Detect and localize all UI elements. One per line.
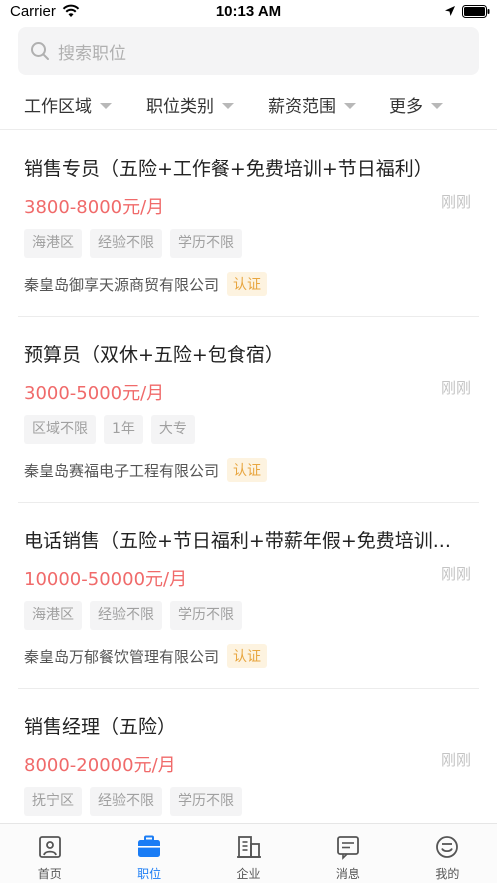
tab-messages[interactable]: 消息: [298, 824, 397, 883]
job-tag: 经验不限: [90, 229, 162, 258]
filter-more[interactable]: 更多: [389, 92, 443, 117]
job-tags: 抚宁区 经验不限 学历不限: [24, 787, 250, 816]
job-company: 秦皇岛御享天源商贸有限公司 认证: [24, 272, 268, 296]
job-posted-time: 刚刚: [440, 565, 471, 583]
job-company: 秦皇岛赛福电子工程有限公司 认证: [24, 458, 268, 482]
job-card[interactable]: 预算员（双休+五险+包食宿） 3000-5000元/月 刚刚 区域不限 1年 大…: [0, 317, 497, 503]
company-name: 秦皇岛万郁餐饮管理有限公司: [24, 647, 220, 666]
briefcase-icon: [138, 835, 161, 857]
status-bar: Carrier 10:13 AM: [0, 0, 497, 26]
job-tag: 海港区: [24, 229, 82, 258]
filter-label: 职位类别: [146, 97, 214, 117]
job-salary: 10000-50000元/月: [24, 569, 188, 590]
job-tags: 海港区 经验不限 学历不限: [24, 601, 250, 630]
building-icon: [236, 836, 261, 858]
caret-down-icon: [344, 102, 356, 109]
job-tag: 经验不限: [90, 601, 162, 630]
job-posted-time: 刚刚: [440, 193, 471, 211]
job-tag: 学历不限: [170, 229, 242, 258]
job-tag: 经验不限: [90, 787, 162, 816]
job-company: 秦皇岛万郁餐饮管理有限公司 认证: [24, 644, 268, 668]
job-tag: 大专: [150, 415, 195, 444]
search-icon: [31, 42, 49, 60]
tab-companies[interactable]: 企业: [199, 824, 298, 883]
filter-label: 薪资范围: [268, 97, 336, 117]
job-tag: 学历不限: [170, 601, 242, 630]
job-tag: 区域不限: [24, 415, 96, 444]
tab-label: 我的: [435, 867, 460, 881]
job-title: 销售专员（五险+工作餐+免费培训+节日福利）: [24, 158, 433, 180]
caret-down-icon: [431, 102, 443, 109]
tab-home[interactable]: 首页: [0, 824, 99, 883]
job-title: 预算员（双休+五险+包食宿）: [24, 344, 284, 366]
clock: 10:13 AM: [215, 3, 282, 20]
home-icon: [38, 836, 61, 858]
company-name: 秦皇岛赛福电子工程有限公司: [24, 461, 220, 480]
certified-badge: 认证: [227, 644, 268, 668]
filter-bar: 工作区域 职位类别 薪资范围 更多: [0, 82, 497, 130]
certified-badge: 认证: [227, 458, 268, 482]
caret-down-icon: [222, 102, 234, 109]
caret-down-icon: [100, 102, 112, 109]
tab-label: 企业: [236, 867, 261, 881]
job-tag: 海港区: [24, 601, 82, 630]
job-tags: 海港区 经验不限 学历不限: [24, 229, 250, 258]
location-arrow-icon: [445, 6, 455, 16]
tab-label: 消息: [335, 867, 360, 881]
job-tag: 抚宁区: [24, 787, 82, 816]
tab-profile[interactable]: 我的: [398, 824, 497, 883]
job-tags: 区域不限 1年 大专: [24, 415, 203, 444]
certified-badge: 认证: [227, 272, 268, 296]
filter-job-category[interactable]: 职位类别: [146, 92, 234, 117]
job-title: 销售经理（五险）: [24, 716, 177, 738]
job-salary: 8000-20000元/月: [24, 755, 176, 776]
job-title: 电话销售（五险+节日福利+带薪年假+免费培训...: [24, 530, 451, 552]
filter-work-area[interactable]: 工作区域: [24, 92, 112, 117]
search-placeholder: 搜索职位: [58, 44, 126, 64]
tab-jobs[interactable]: 职位: [99, 824, 198, 883]
tab-bar: 首页 职位 企业 消息 我的: [0, 823, 497, 883]
job-tag: 1年: [104, 415, 143, 444]
filter-label: 更多: [389, 97, 423, 117]
profile-icon: [436, 836, 459, 858]
battery-icon: [462, 5, 490, 18]
job-salary: 3800-8000元/月: [24, 197, 165, 218]
job-card[interactable]: 电话销售（五险+节日福利+带薪年假+免费培训... 10000-50000元/月…: [0, 503, 497, 689]
job-tag: 学历不限: [170, 787, 242, 816]
job-posted-time: 刚刚: [440, 751, 471, 769]
filter-salary-range[interactable]: 薪资范围: [268, 92, 356, 117]
filter-label: 工作区域: [24, 97, 92, 117]
tab-label: 职位: [137, 867, 162, 881]
company-name: 秦皇岛御享天源商贸有限公司: [24, 275, 220, 294]
job-card[interactable]: 销售专员（五险+工作餐+免费培训+节日福利） 3800-8000元/月 刚刚 海…: [0, 131, 497, 317]
message-icon: [337, 836, 359, 860]
job-salary: 3000-5000元/月: [24, 383, 165, 404]
job-posted-time: 刚刚: [440, 379, 471, 397]
search-input[interactable]: 搜索职位: [18, 27, 479, 75]
tab-label: 首页: [37, 867, 62, 881]
